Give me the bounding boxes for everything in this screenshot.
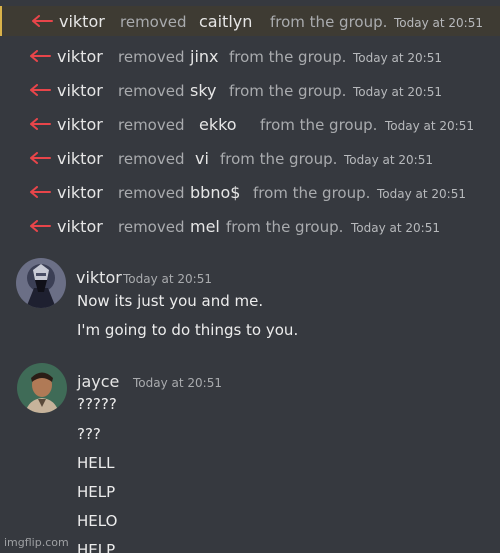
- message-text: HELP: [77, 541, 116, 553]
- actor-name[interactable]: viktor: [57, 183, 103, 202]
- system-message: viktor removed bbno$ from the group. Tod…: [0, 177, 500, 207]
- message-text: ?????: [77, 395, 117, 413]
- tail-text: from the group.: [260, 116, 378, 134]
- timestamp: Today at 20:51: [353, 85, 442, 99]
- message-text: Now its just you and me.: [77, 292, 264, 310]
- author-name[interactable]: viktor: [76, 268, 122, 287]
- message-text: I'm going to do things to you.: [77, 321, 299, 339]
- message-text: HELO: [77, 512, 118, 530]
- arrow-left-icon: [30, 186, 51, 198]
- target-name[interactable]: vi: [195, 149, 209, 168]
- message-text: HELL: [77, 454, 115, 472]
- arrow-left-icon: [30, 152, 51, 164]
- system-message: viktor removed sky from the group. Today…: [0, 75, 500, 105]
- target-name[interactable]: bbno$: [190, 183, 240, 202]
- tail-text: from the group.: [229, 82, 347, 100]
- action-text: removed: [118, 184, 185, 202]
- arrow-left-icon: [30, 84, 51, 96]
- system-message: viktor removed mel from the group. Today…: [0, 211, 500, 241]
- system-message: viktor removed ekko from the group. Toda…: [0, 109, 500, 139]
- timestamp: Today at 20:51: [353, 51, 442, 65]
- chat-log: viktor removed caitlyn from the group. T…: [0, 0, 500, 553]
- tail-text: from the group.: [229, 48, 347, 66]
- system-message: viktor removed jinx from the group. Toda…: [0, 41, 500, 71]
- actor-name[interactable]: viktor: [59, 12, 105, 31]
- tail-text: from the group.: [220, 150, 338, 168]
- masked-figure-avatar-icon[interactable]: [16, 258, 66, 308]
- arrow-left-icon: [30, 50, 51, 62]
- arrow-left-icon: [32, 15, 53, 27]
- system-message: viktor removed vi from the group. Today …: [0, 143, 500, 173]
- arrow-left-icon: [30, 220, 51, 232]
- watermark: imgflip.com: [4, 536, 69, 549]
- arrow-left-icon: [30, 118, 51, 130]
- actor-name[interactable]: viktor: [57, 47, 103, 66]
- action-text: removed: [118, 150, 185, 168]
- actor-name[interactable]: viktor: [57, 115, 103, 134]
- actor-name[interactable]: viktor: [57, 81, 103, 100]
- timestamp: Today at 20:51: [385, 119, 474, 133]
- message-text: ???: [77, 425, 101, 443]
- target-name[interactable]: jinx: [190, 47, 219, 66]
- timestamp: Today at 20:51: [351, 221, 440, 235]
- author-name[interactable]: jayce: [77, 372, 119, 391]
- target-name[interactable]: mel: [190, 217, 220, 236]
- target-name[interactable]: caitlyn: [199, 12, 252, 31]
- timestamp: Today at 20:51: [133, 376, 222, 390]
- action-text: removed: [118, 48, 185, 66]
- target-name[interactable]: sky: [190, 81, 217, 100]
- actor-name[interactable]: viktor: [57, 217, 103, 236]
- timestamp: Today at 20:51: [394, 16, 483, 30]
- action-text: removed: [118, 116, 185, 134]
- timestamp: Today at 20:51: [377, 187, 466, 201]
- action-text: removed: [118, 218, 185, 236]
- target-name[interactable]: ekko: [199, 115, 237, 134]
- actor-name[interactable]: viktor: [57, 149, 103, 168]
- timestamp: Today at 20:51: [123, 272, 212, 286]
- tail-text: from the group.: [253, 184, 371, 202]
- system-message: viktor removed caitlyn from the group. T…: [0, 6, 500, 36]
- message-text: HELP: [77, 483, 116, 501]
- man-portrait-avatar-icon[interactable]: [17, 363, 67, 413]
- action-text: removed: [120, 13, 187, 31]
- timestamp: Today at 20:51: [344, 153, 433, 167]
- tail-text: from the group.: [270, 13, 388, 31]
- action-text: removed: [118, 82, 185, 100]
- tail-text: from the group.: [226, 218, 344, 236]
